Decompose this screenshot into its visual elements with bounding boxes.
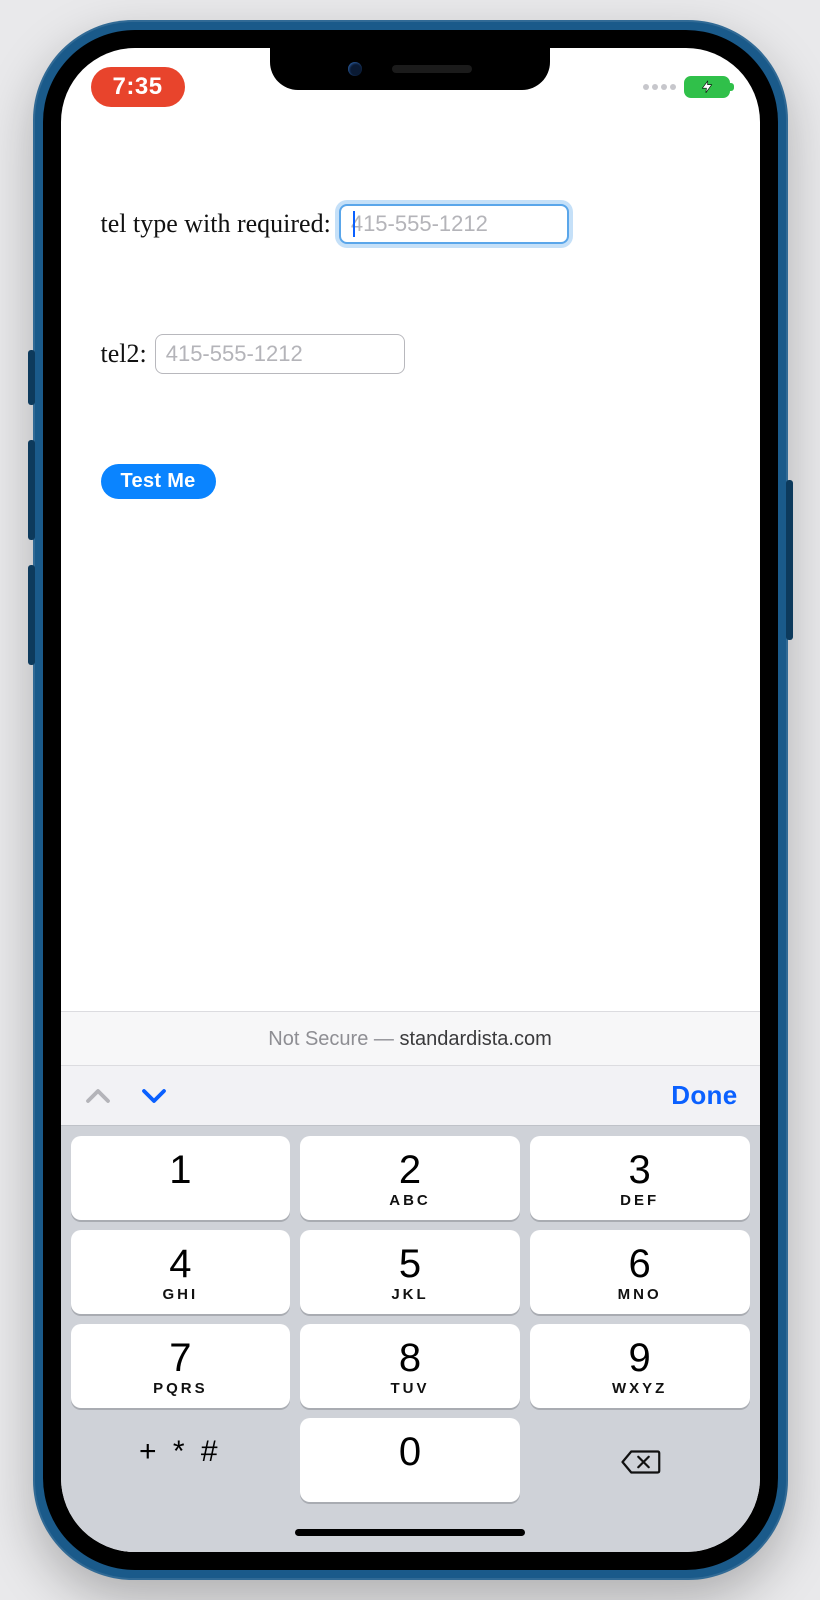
power-button	[786, 480, 793, 640]
volume-up-button	[28, 440, 35, 540]
tel2-label: tel2:	[101, 339, 147, 369]
key-0[interactable]: 0	[300, 1418, 520, 1502]
battery-charging-icon	[684, 76, 730, 98]
key-3[interactable]: 3DEF	[530, 1136, 750, 1220]
key-backspace[interactable]	[530, 1418, 750, 1502]
key-symbols[interactable]: + * #	[71, 1418, 291, 1502]
text-cursor-icon	[353, 211, 355, 237]
prev-field-button	[83, 1081, 113, 1111]
page-content: tel type with required: tel2: Test Me	[61, 114, 760, 1011]
volume-down-button	[28, 565, 35, 665]
phone-frame: 7:35 tel type with required:	[33, 20, 788, 1580]
screen: 7:35 tel type with required:	[61, 48, 760, 1552]
next-field-button[interactable]	[139, 1081, 169, 1111]
tel1-label: tel type with required:	[101, 209, 331, 239]
keyboard-done-button[interactable]: Done	[671, 1080, 737, 1111]
mute-switch	[28, 350, 35, 405]
key-2[interactable]: 2ABC	[300, 1136, 520, 1220]
tel2-input[interactable]	[155, 334, 405, 374]
home-indicator[interactable]	[295, 1529, 525, 1536]
backspace-icon	[619, 1447, 661, 1477]
key-4[interactable]: 4GHI	[71, 1230, 291, 1314]
key-8[interactable]: 8TUV	[300, 1324, 520, 1408]
url-domain: standardista.com	[399, 1028, 551, 1050]
cellular-dots-icon	[643, 84, 676, 90]
key-9[interactable]: 9WXYZ	[530, 1324, 750, 1408]
key-1[interactable]: 1	[71, 1136, 291, 1220]
key-5[interactable]: 5JKL	[300, 1230, 520, 1314]
url-security-label: Not Secure —	[268, 1028, 399, 1050]
numeric-keyboard: 1 2ABC 3DEF 4GHI 5JKL 6MNO 7PQRS 8TUV 9W…	[61, 1125, 760, 1552]
notch	[270, 48, 550, 90]
key-6[interactable]: 6MNO	[530, 1230, 750, 1314]
chevron-up-icon	[83, 1081, 113, 1111]
chevron-down-icon	[139, 1081, 169, 1111]
test-me-button[interactable]: Test Me	[101, 464, 216, 499]
speaker-grille	[392, 65, 472, 73]
keyboard-accessory-bar: Done	[61, 1065, 760, 1125]
time-recording-pill[interactable]: 7:35	[91, 67, 185, 107]
url-bar[interactable]: Not Secure — standardista.com	[61, 1011, 760, 1065]
tel1-input[interactable]	[339, 204, 569, 244]
front-camera-icon	[348, 62, 362, 76]
key-7[interactable]: 7PQRS	[71, 1324, 291, 1408]
